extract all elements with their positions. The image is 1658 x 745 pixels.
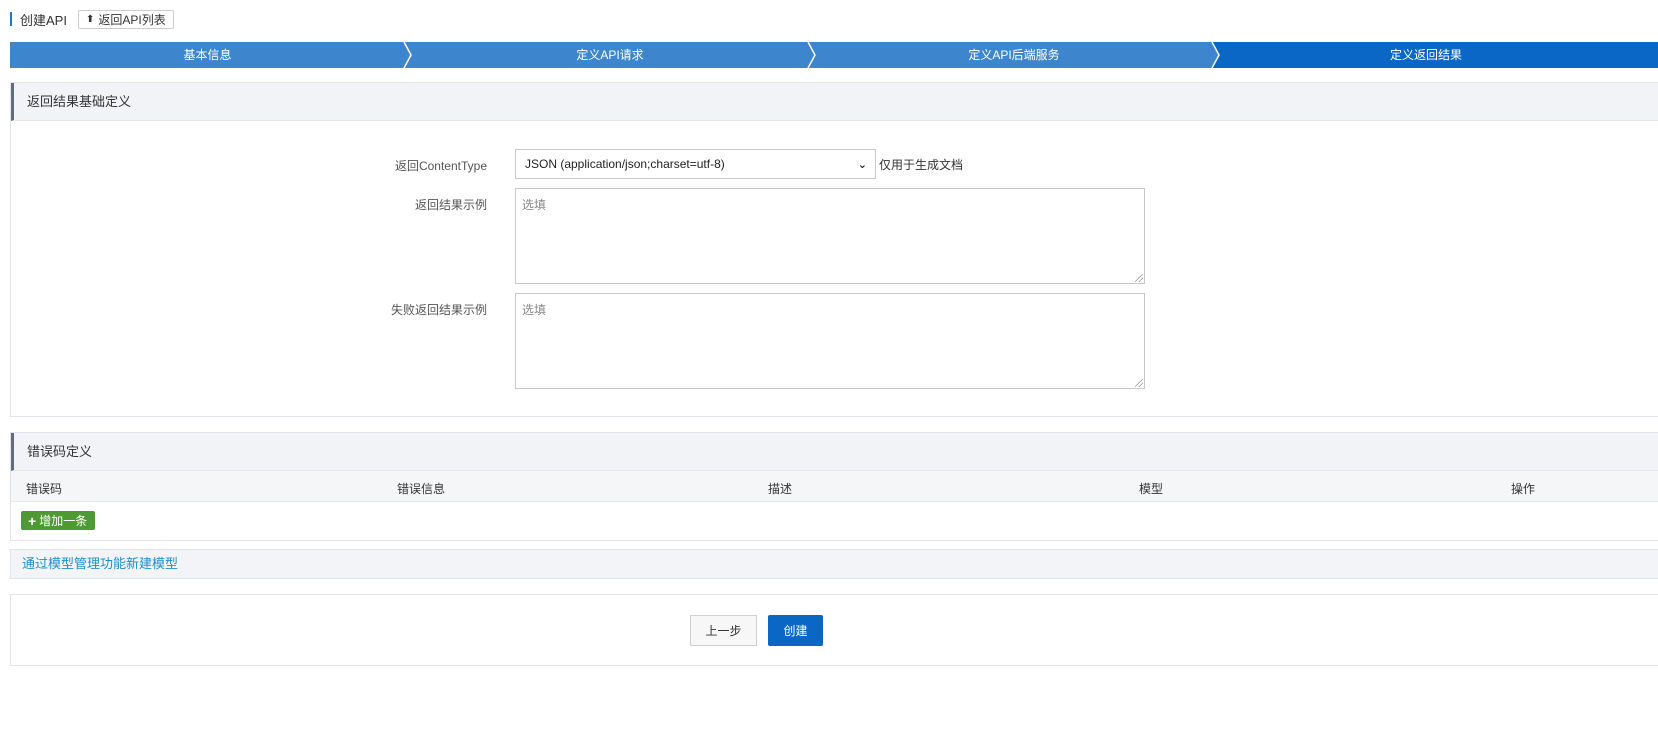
- upload-arrow-icon: ⬆: [85, 13, 95, 25]
- back-button-label: 返回API列表: [98, 12, 166, 27]
- failure-example-textarea[interactable]: 选填: [515, 293, 1145, 389]
- success-example-label: 返回结果示例: [414, 198, 487, 212]
- create-button[interactable]: 创建: [768, 615, 823, 646]
- error-table-header: 错误码 错误信息 描述 模型 操作: [11, 471, 1658, 502]
- column-header-code: 错误码: [26, 482, 63, 496]
- resize-grip-icon[interactable]: [1135, 274, 1143, 282]
- column-header-model: 模型: [1139, 482, 1164, 496]
- textarea-placeholder: 选填: [522, 303, 547, 317]
- content-type-hint: 仅用于生成文档: [879, 158, 964, 172]
- step-label: 定义返回结果: [1389, 48, 1462, 62]
- chevron-down-icon: ⌄: [857, 158, 867, 171]
- result-definition-panel: 返回结果基础定义 返回ContentType JSON (application…: [10, 82, 1658, 417]
- page-header: 创建API ⬆ 返回API列表: [10, 9, 174, 29]
- add-row-label: 增加一条: [39, 514, 88, 528]
- footer-actions: 上一步 创建: [10, 594, 1658, 666]
- error-code-panel: 错误码定义 错误码 错误信息 描述 模型 操作 + 增加一条: [10, 432, 1658, 541]
- success-example-textarea[interactable]: 选填: [515, 188, 1145, 284]
- column-header-description: 描述: [768, 482, 793, 496]
- content-type-value: JSON (application/json;charset=utf-8): [525, 157, 725, 171]
- column-header-message: 错误信息: [397, 482, 446, 496]
- section-title: 错误码定义: [11, 433, 1658, 471]
- previous-step-button[interactable]: 上一步: [690, 615, 757, 646]
- textarea-placeholder: 选填: [522, 198, 547, 212]
- content-type-select[interactable]: JSON (application/json;charset=utf-8) ⌄: [515, 149, 876, 179]
- create-model-link[interactable]: 通过模型管理功能新建模型: [10, 549, 1658, 579]
- step-define-result-label: 定义返回结果: [1218, 42, 1634, 68]
- plus-icon: +: [28, 512, 37, 529]
- content-type-label: 返回ContentType: [394, 159, 487, 173]
- page-title: 创建API: [20, 12, 67, 28]
- add-row-button[interactable]: + 增加一条: [21, 511, 96, 530]
- resize-grip-icon[interactable]: [1135, 379, 1143, 387]
- section-title: 返回结果基础定义: [11, 83, 1658, 121]
- back-to-api-list-button[interactable]: ⬆ 返回API列表: [77, 9, 174, 29]
- title-marker: [10, 12, 12, 26]
- failure-example-label: 失败返回结果示例: [390, 303, 487, 317]
- step-wizard: 基本信息 定义API请求 定义API后端服务 定义返回结果 定义返回结果: [10, 42, 1658, 68]
- error-table-body: + 增加一条: [11, 502, 1658, 540]
- column-header-action: 操作: [1511, 482, 1536, 496]
